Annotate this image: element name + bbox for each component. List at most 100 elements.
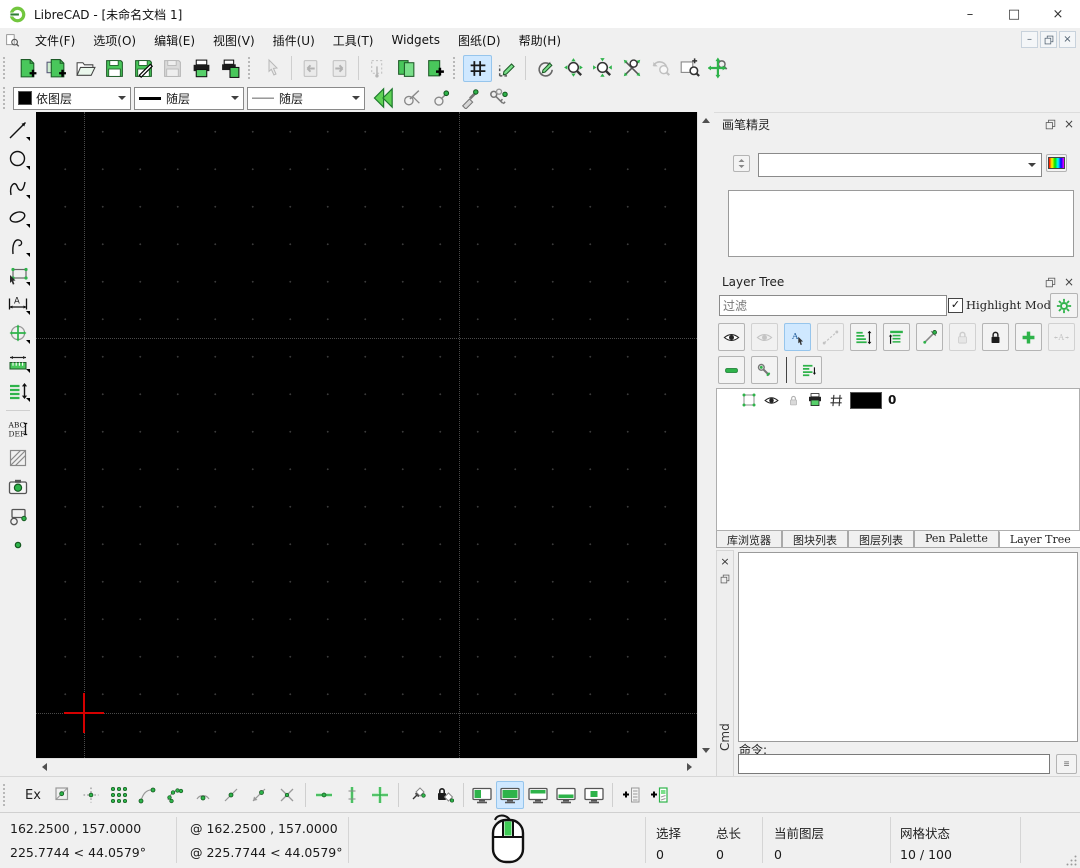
circle-tool-button[interactable]	[3, 145, 33, 173]
add-pen-dock-icon[interactable]	[645, 781, 673, 809]
ellipse-tool-button[interactable]	[3, 203, 33, 231]
horizontal-scrollbar[interactable]	[36, 758, 697, 775]
snap-middle-icon[interactable]	[217, 781, 245, 809]
pen-of-layer-icon[interactable]	[916, 323, 943, 351]
modify-layer-icon[interactable]	[751, 356, 778, 384]
line-type-combobox[interactable]: 随层	[247, 87, 365, 110]
snap-grid-icon[interactable]	[77, 781, 105, 809]
hatch-tool-button[interactable]	[3, 444, 33, 472]
polyline-tool-button[interactable]	[3, 232, 33, 260]
print-button[interactable]	[187, 55, 216, 82]
scroll-right-icon[interactable]	[681, 759, 697, 775]
sort-ascending-icon[interactable]	[850, 323, 877, 351]
visible-current-icon[interactable]	[718, 323, 745, 351]
minimize-icon[interactable]: –	[948, 0, 992, 28]
view-center-icon[interactable]	[580, 781, 608, 809]
toolbar-handle[interactable]	[453, 57, 459, 79]
vertical-scrollbar[interactable]	[697, 112, 714, 758]
toolbar-handle[interactable]	[3, 87, 9, 109]
toolbar-handle[interactable]	[3, 784, 9, 806]
snap-distance-icon[interactable]	[245, 781, 273, 809]
snap-endpoints-icon[interactable]	[133, 781, 161, 809]
zoom-pan-button[interactable]	[704, 55, 733, 82]
toolbar-handle[interactable]	[248, 57, 254, 79]
attributes-icon[interactable]: A	[1048, 323, 1075, 351]
tab-layer-tree[interactable]: Layer Tree	[999, 531, 1080, 548]
menu-button-icon[interactable]: ≡	[1056, 754, 1077, 774]
restrict-orthogonal-icon[interactable]	[366, 781, 394, 809]
child-window-icon[interactable]	[5, 33, 20, 48]
highlight-mode-checkbox[interactable]: ✓	[948, 298, 963, 313]
measure-tool-button[interactable]	[3, 348, 33, 376]
zoom-auto-button[interactable]	[617, 55, 646, 82]
order-tool-button[interactable]	[3, 377, 33, 405]
eye-icon[interactable]	[763, 392, 780, 409]
resize-grip-icon[interactable]	[1065, 854, 1078, 867]
lock-icon[interactable]	[786, 393, 801, 408]
export-layers-icon[interactable]	[795, 356, 822, 384]
menu-edit[interactable]: 编辑(E)	[145, 29, 204, 52]
updown-icon[interactable]	[733, 155, 750, 172]
zoom-window-button[interactable]	[675, 55, 704, 82]
snap-center-icon[interactable]	[189, 781, 217, 809]
open-file-button[interactable]	[71, 55, 100, 82]
layer-row[interactable]: 0	[717, 389, 1079, 411]
snap-on-entity-icon[interactable]	[161, 781, 189, 809]
view-left-icon[interactable]	[468, 781, 496, 809]
select-tool-button[interactable]	[3, 261, 33, 289]
visible-all-icon[interactable]	[751, 323, 778, 351]
menu-help[interactable]: 帮助(H)	[510, 29, 570, 52]
redraw-button[interactable]	[530, 55, 559, 82]
save-button[interactable]	[100, 55, 129, 82]
menu-options[interactable]: 选项(O)	[84, 29, 145, 52]
scroll-left-icon[interactable]	[36, 759, 52, 775]
draft-mode-button[interactable]	[492, 55, 521, 82]
restrict-vertical-icon[interactable]	[338, 781, 366, 809]
pen-wizard-header[interactable]: 画笔精灵 ×	[716, 114, 1080, 134]
menu-tools[interactable]: 工具(T)	[324, 29, 383, 52]
zoom-out-button[interactable]	[588, 55, 617, 82]
toolbar-handle[interactable]	[3, 57, 9, 79]
new-from-template-button[interactable]	[42, 55, 71, 82]
scroll-up-icon[interactable]	[698, 112, 714, 128]
maximize-icon[interactable]: □	[992, 0, 1036, 28]
menu-file[interactable]: 文件(F)	[26, 29, 84, 52]
construction-toggle-icon[interactable]	[817, 323, 844, 351]
layer-list[interactable]: 0	[716, 388, 1080, 531]
print-icon[interactable]	[807, 392, 823, 408]
scroll-down-icon[interactable]	[698, 742, 714, 758]
mdi-restore-icon[interactable]	[1040, 31, 1057, 48]
menu-widgets[interactable]: Widgets	[382, 30, 449, 50]
close-icon[interactable]: ×	[1036, 0, 1080, 28]
match-attributes-icon[interactable]: A	[784, 323, 811, 351]
view-bottom-icon[interactable]	[552, 781, 580, 809]
color-palette-button[interactable]	[1046, 154, 1067, 172]
color-combobox[interactable]: 依图层	[13, 87, 131, 110]
remove-layer-icon[interactable]	[718, 356, 745, 384]
snap-intersection-icon[interactable]	[273, 781, 301, 809]
line-tool-button[interactable]	[3, 116, 33, 144]
color-swatch[interactable]	[850, 392, 882, 409]
snap-grid-points-icon[interactable]	[105, 781, 133, 809]
lock-all-icon[interactable]	[982, 323, 1009, 351]
close-dock-icon[interactable]: ×	[720, 555, 729, 568]
zoom-in-button[interactable]	[559, 55, 588, 82]
add-command-dock-icon[interactable]	[617, 781, 645, 809]
mdi-close-icon[interactable]: ×	[1059, 31, 1076, 48]
action-handle-button[interactable]	[397, 85, 426, 112]
sort-top-icon[interactable]	[883, 323, 910, 351]
float-dock-icon[interactable]	[1045, 119, 1056, 130]
grid-toggle-button[interactable]	[463, 55, 492, 82]
restrict-horizontal-icon[interactable]	[310, 781, 338, 809]
dimension-tool-button[interactable]: A	[3, 290, 33, 318]
gear-icon[interactable]	[1050, 293, 1078, 318]
lock-relative-zero-icon[interactable]	[431, 781, 459, 809]
new-document-button[interactable]	[13, 55, 42, 82]
layer-tree-header[interactable]: Layer Tree ×	[716, 272, 1080, 292]
view-window-icon[interactable]	[496, 781, 524, 809]
text-tool-button[interactable]: ABCDEF	[3, 415, 33, 443]
menu-plugins[interactable]: 插件(U)	[264, 29, 324, 52]
copy-button[interactable]	[392, 55, 421, 82]
point-tool-button[interactable]	[3, 531, 33, 559]
unlock-all-icon[interactable]	[949, 323, 976, 351]
